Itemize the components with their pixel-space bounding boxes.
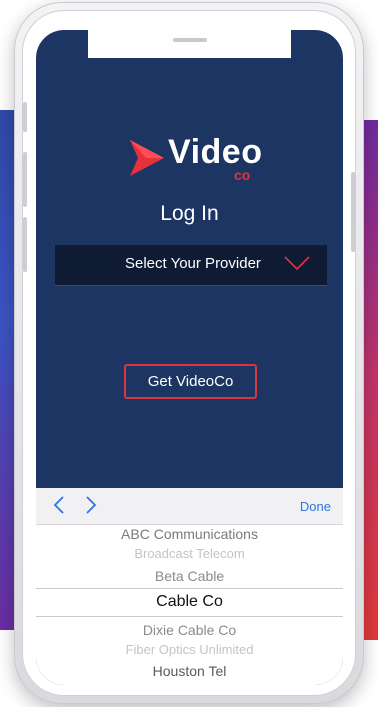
phone-side-button	[23, 102, 27, 132]
picker-list[interactable]: ABC Communications Broadcast Telecom Bet…	[36, 524, 343, 685]
phone-side-button	[23, 152, 27, 207]
picker-next-button[interactable]	[82, 495, 100, 515]
chevron-left-icon	[53, 496, 64, 514]
phone-side-button	[351, 172, 355, 252]
logo-subtext: co	[234, 167, 251, 183]
notch	[36, 30, 343, 62]
provider-picker: Done ABC Communications Broadcast Teleco…	[36, 488, 343, 685]
provider-select[interactable]: Select Your Provider	[55, 245, 327, 286]
picker-option-selected[interactable]: Cable Co	[36, 593, 343, 611]
provider-select-label: Select Your Provider	[125, 255, 261, 272]
picker-prev-button[interactable]	[50, 495, 68, 515]
chevron-down-icon	[284, 256, 310, 270]
selection-line-top	[36, 588, 343, 589]
picker-option[interactable]: Beta Cable	[36, 568, 343, 584]
picker-option[interactable]: ABC Communications	[36, 526, 343, 542]
picker-toolbar: Done	[36, 488, 343, 525]
phone-side-button	[23, 217, 27, 272]
picker-option[interactable]: Dixie Cable Co	[36, 622, 343, 638]
page-title: Log In	[160, 202, 219, 225]
speaker-pill	[172, 38, 207, 42]
get-videoco-button[interactable]: Get VideoCo	[124, 364, 257, 399]
picker-option[interactable]: Broadcast Telecom	[36, 546, 343, 561]
app-logo: Video co	[126, 133, 266, 183]
picker-option[interactable]: Houston Tel	[36, 663, 343, 679]
phone-screen: Video co Log In Select Your Provider Get…	[36, 30, 343, 685]
picker-option[interactable]: Fiber Optics Unlimited	[36, 642, 343, 657]
play-triangle-icon	[130, 140, 164, 176]
notch-shape	[88, 30, 291, 58]
picker-done-button[interactable]: Done	[300, 499, 331, 514]
chevron-right-icon	[86, 496, 97, 514]
selection-line-bottom	[36, 616, 343, 617]
